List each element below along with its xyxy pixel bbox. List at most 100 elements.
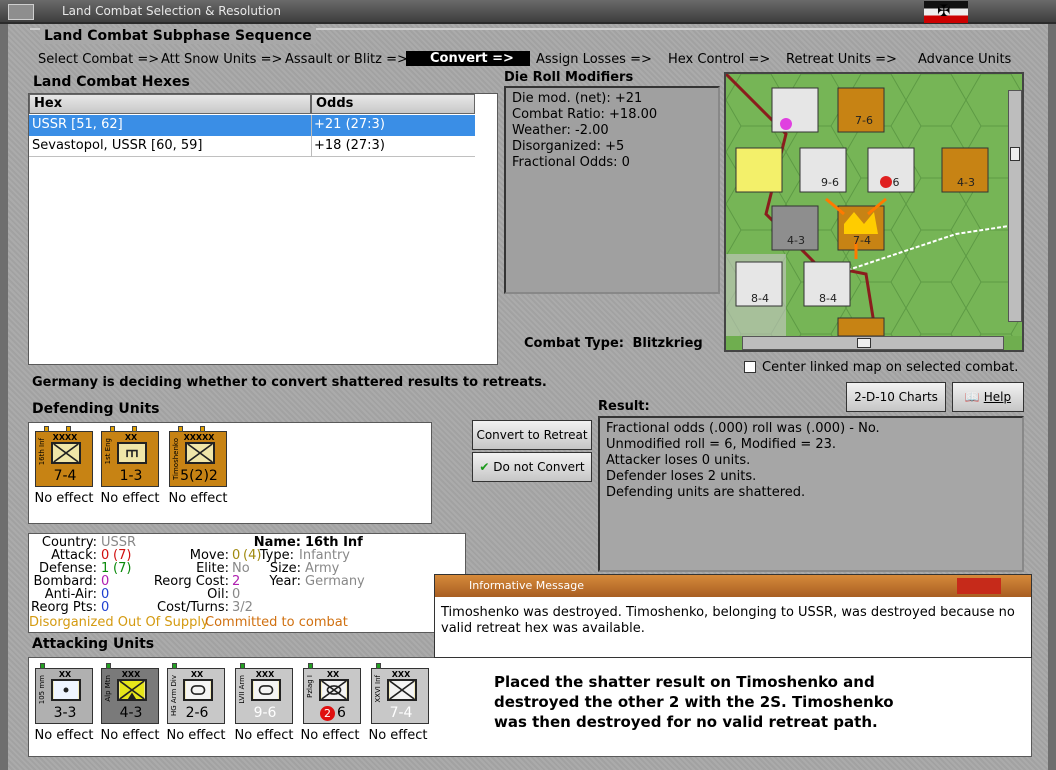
mountain-infantry-icon [117, 679, 147, 701]
unit-counter[interactable]: XXXX 16th Inf 7-4 [35, 426, 93, 487]
step-retreat-units: Retreat Units => [786, 52, 897, 67]
unit-effect: No effect [34, 491, 94, 506]
help-label: Help [983, 390, 1012, 404]
annotation-note: Placed the shatter result on Timoshenko … [494, 672, 894, 732]
armor-icon [183, 679, 213, 701]
column-header-hex[interactable]: Hex [29, 94, 311, 114]
infantry-icon [51, 442, 81, 464]
result-line: Unmodified roll = 6, Modified = 23. [606, 437, 837, 452]
step-hex-control: Hex Control => [668, 52, 771, 67]
die-mod-line: Fractional Odds: 0 [512, 155, 630, 170]
step-select-combat: Select Combat => [38, 52, 160, 67]
column-divider [311, 115, 312, 157]
reorg-pts-value: 0 [101, 600, 110, 615]
table-row[interactable]: Sevastopol, USSR [60, 59] +18 (27:3) [29, 136, 475, 157]
charts-button[interactable]: 2-D-10 Charts [846, 382, 946, 412]
combat-type-value: Blitzkrieg [632, 336, 703, 351]
help-button[interactable]: 📖 Help [952, 382, 1024, 412]
unit-effect: No effect [166, 728, 226, 743]
svg-text:7-6: 7-6 [855, 114, 873, 127]
year-label: Year: [269, 574, 301, 589]
unit-effect: No effect [368, 728, 428, 743]
year-value: Germany [305, 574, 365, 589]
unit-counter[interactable]: XX 1st Eng 1-3 [101, 426, 159, 487]
unit-counter[interactable]: XXXXX Timoshenko 5(2)2 [169, 426, 227, 487]
center-map-option[interactable]: Center linked map on selected combat. [744, 360, 1018, 375]
do-not-convert-label: Do not Convert [493, 460, 585, 474]
note-line: Placed the shatter result on Timoshenko … [494, 673, 875, 691]
do-not-convert-button[interactable]: ✔ Do not Convert [472, 452, 592, 482]
result-line: Defending units are shattered. [606, 485, 806, 500]
message-title: Informative Message [469, 579, 584, 592]
left-frame [0, 24, 8, 770]
die-mod-line: Weather: -2.00 [512, 123, 609, 138]
die-mod-line: Die mod. (net): +21 [512, 91, 643, 106]
unit-counter[interactable]: XX 105 mm 3-3 [35, 663, 93, 724]
unit-counter[interactable]: XXX XXVI Inf 7-4 [371, 663, 429, 724]
unit-counter[interactable]: XXX LVII Arm 9-6 [235, 663, 293, 724]
checkmark-icon: ✔ [479, 460, 490, 474]
hexes-title: Land Combat Hexes [33, 74, 190, 90]
subphase-title: Land Combat Subphase Sequence [40, 28, 316, 44]
table-row[interactable]: USSR [51, 62] +21 (27:3) [29, 115, 475, 136]
result-line: Defender loses 2 units. [606, 469, 757, 484]
defense-max: (7) [113, 561, 132, 576]
strength-badge: 2 [320, 706, 336, 721]
close-icon[interactable] [957, 578, 1001, 594]
combat-window: Land Combat Selection & Resolution Land … [0, 0, 1056, 770]
map-vertical-scrollbar[interactable] [1008, 90, 1022, 322]
armor-icon [251, 679, 281, 701]
attacking-title: Attacking Units [32, 636, 155, 652]
unit-strength: 26 [304, 705, 362, 721]
center-map-label: Center linked map on selected combat. [762, 360, 1019, 375]
status-text: Germany is deciding whether to convert s… [32, 375, 547, 390]
map-graphic: 7-6 9-6 6 4-3 4-3 7-4 8-4 8-4 [726, 74, 1022, 337]
center-map-checkbox[interactable] [744, 361, 756, 373]
supply-status: Disorganized Out Of Supply [29, 615, 209, 630]
unit-effect: No effect [100, 728, 160, 743]
defending-title: Defending Units [32, 401, 160, 417]
defending-units-panel: XXXX 16th Inf 7-4 No effect XX 1st Eng 1… [28, 422, 432, 524]
window-menu-button[interactable] [8, 4, 34, 20]
unit-counter[interactable]: XX HG Arm Div 2-6 [167, 663, 225, 724]
combat-status: Committed to combat [205, 615, 348, 630]
germany-flag-icon [924, 1, 968, 23]
unit-effect: No effect [168, 491, 228, 506]
panzer-icon [319, 679, 349, 701]
result-line: Attacker loses 0 units. [606, 453, 751, 468]
unit-counter[interactable]: XXX Alp Mtn 4-3 [101, 663, 159, 724]
note-line: destroyed the other 2 with the 2S. Timos… [494, 693, 894, 711]
reorg-pts-label: Reorg Pts: [31, 600, 97, 615]
cost-turns-value: 3/2 [232, 600, 253, 615]
infantry-icon [185, 442, 215, 464]
combat-type: Combat Type: Blitzkrieg [524, 336, 703, 351]
step-convert: Convert => [406, 51, 530, 66]
subphase-sequence: Land Combat Subphase Sequence Select Com… [30, 28, 1030, 70]
result-line: Fractional odds (.000) roll was (.000) -… [606, 421, 880, 436]
svg-text:8-4: 8-4 [819, 292, 837, 305]
result-title: Result: [598, 399, 650, 414]
svg-text:8-4: 8-4 [751, 292, 769, 305]
unit-counter[interactable]: XX Pzlag I 26 [303, 663, 362, 724]
svg-text:9-6: 9-6 [821, 176, 839, 189]
convert-to-retreat-button[interactable]: Convert to Retreat [472, 420, 592, 450]
message-title-bar: Informative Message [435, 575, 1031, 597]
map-horizontal-scrollbar[interactable] [742, 336, 1004, 350]
step-advance-units: Advance Units [918, 52, 1012, 67]
artillery-icon [51, 679, 81, 701]
engineer-icon [117, 442, 147, 464]
linked-map[interactable]: 7-6 9-6 6 4-3 4-3 7-4 8-4 8-4 [724, 72, 1024, 352]
hex-cell: Sevastopol, USSR [60, 59] [32, 138, 203, 153]
note-line: was then destroyed for no valid retreat … [494, 713, 878, 731]
result-panel: Fractional odds (.000) roll was (.000) -… [598, 416, 1024, 572]
unit-effect: No effect [34, 728, 94, 743]
combat-type-label: Combat Type: [524, 336, 624, 351]
svg-text:7-4: 7-4 [853, 234, 871, 247]
step-att-snow-units: Att Snow Units => [161, 52, 283, 67]
step-assign-losses: Assign Losses => [536, 52, 652, 67]
unit-details-panel: Country: USSR Attack: 0 (7) Defense: 1 (… [28, 533, 466, 633]
column-header-odds[interactable]: Odds [311, 94, 475, 114]
odds-cell: +21 (27:3) [314, 117, 385, 132]
die-mod-line: Combat Ratio: +18.00 [512, 107, 658, 122]
die-mods-title: Die Roll Modifiers [504, 70, 634, 85]
